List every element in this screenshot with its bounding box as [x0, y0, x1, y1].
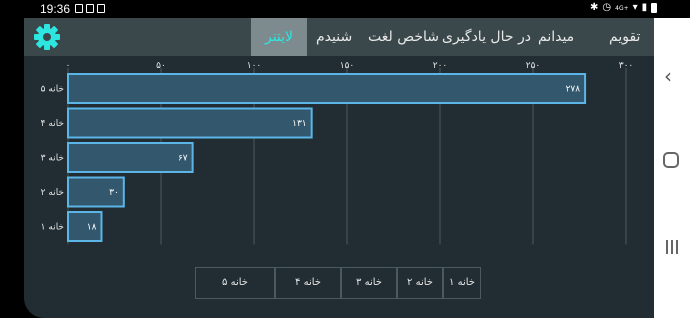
data-label: ۱۳۱ — [292, 119, 307, 129]
gear-icon — [34, 24, 60, 50]
category-label: خانه ۵ — [41, 85, 64, 95]
legend-item-box-4[interactable]: خانه ۴ — [275, 267, 341, 299]
tab-leitner[interactable]: لایتنر — [251, 18, 307, 56]
home-icon[interactable] — [663, 152, 679, 168]
battery-icon — [651, 3, 658, 13]
header: تقویم میدانم در حال یادگیری شاخص لغت شنی… — [24, 18, 654, 56]
legend-item-box-5[interactable]: خانه ۵ — [195, 267, 275, 299]
tab-word-index[interactable]: شاخص لغت — [368, 18, 439, 56]
status-time: 19:36 — [40, 2, 71, 16]
category-label: خانه ۳ — [41, 154, 64, 164]
settings-button[interactable] — [32, 22, 62, 52]
x-tick-label: ۲۵۰ — [526, 61, 541, 71]
category-label: خانه ۴ — [41, 119, 64, 129]
network-icon: 4G+ — [615, 4, 629, 12]
status-bar: 19:36 ✱ ◷ 4G+ ▾ ▮ — [0, 0, 690, 18]
tab-known[interactable]: میدانم — [538, 18, 574, 56]
image-icon — [75, 4, 83, 13]
bar — [67, 107, 313, 139]
data-label: ۶۷ — [178, 154, 188, 164]
data-label: ۲۷۸ — [566, 85, 581, 95]
x-tick-label: ۱۰۰ — [247, 61, 262, 71]
notification-icons — [75, 4, 105, 13]
signal-icon: ▮ — [641, 2, 648, 13]
system-icons: ✱ ◷ 4G+ ▾ ▮ — [590, 2, 658, 14]
wifi-icon: ▾ — [632, 2, 638, 13]
bar — [67, 142, 194, 173]
tab-heard[interactable]: شنیدم — [316, 18, 352, 56]
x-tick-label: ۱۵۰ — [340, 61, 355, 71]
x-tick-label: ۰ — [66, 61, 71, 71]
bluetooth-icon: ✱ — [590, 2, 599, 13]
navigation-bar: ‹ — [654, 18, 690, 318]
back-icon[interactable]: ‹ — [664, 64, 672, 88]
square-icon — [97, 4, 105, 13]
recent-apps-icon[interactable] — [666, 240, 678, 254]
data-label: ۱۸ — [87, 223, 97, 233]
alarm-icon: ◷ — [602, 2, 612, 13]
app-window: تقویم میدانم در حال یادگیری شاخص لغت شنی… — [24, 18, 654, 318]
bar-chart: ۰ ۵۰ ۱۰۰ ۱۵۰ ۲۰۰ ۲۵۰ ۳۰۰ خانه ۵ ۲۷۸ خانه ۴ ۱۳۱ خانه… — [41, 61, 634, 245]
bar — [67, 73, 587, 104]
category-label: خانه ۲ — [41, 188, 64, 198]
tab-calendar[interactable]: تقویم — [609, 18, 640, 56]
legend: خانه ۵ خانه ۴ خانه ۳ خانه ۲ خانه ۱ — [195, 267, 481, 299]
tab-learning[interactable]: در حال یادگیری — [442, 18, 531, 56]
alert-icon — [86, 4, 94, 13]
category-label: خانه ۱ — [41, 223, 64, 233]
legend-item-box-2[interactable]: خانه ۲ — [397, 267, 443, 299]
legend-item-box-3[interactable]: خانه ۳ — [341, 267, 397, 299]
data-label: ۳۰ — [109, 188, 119, 198]
x-tick-label: ۳۰۰ — [619, 61, 634, 71]
legend-item-box-1[interactable]: خانه ۱ — [443, 267, 481, 299]
x-tick-label: ۵۰ — [156, 61, 166, 71]
x-tick-label: ۲۰۰ — [433, 61, 448, 71]
